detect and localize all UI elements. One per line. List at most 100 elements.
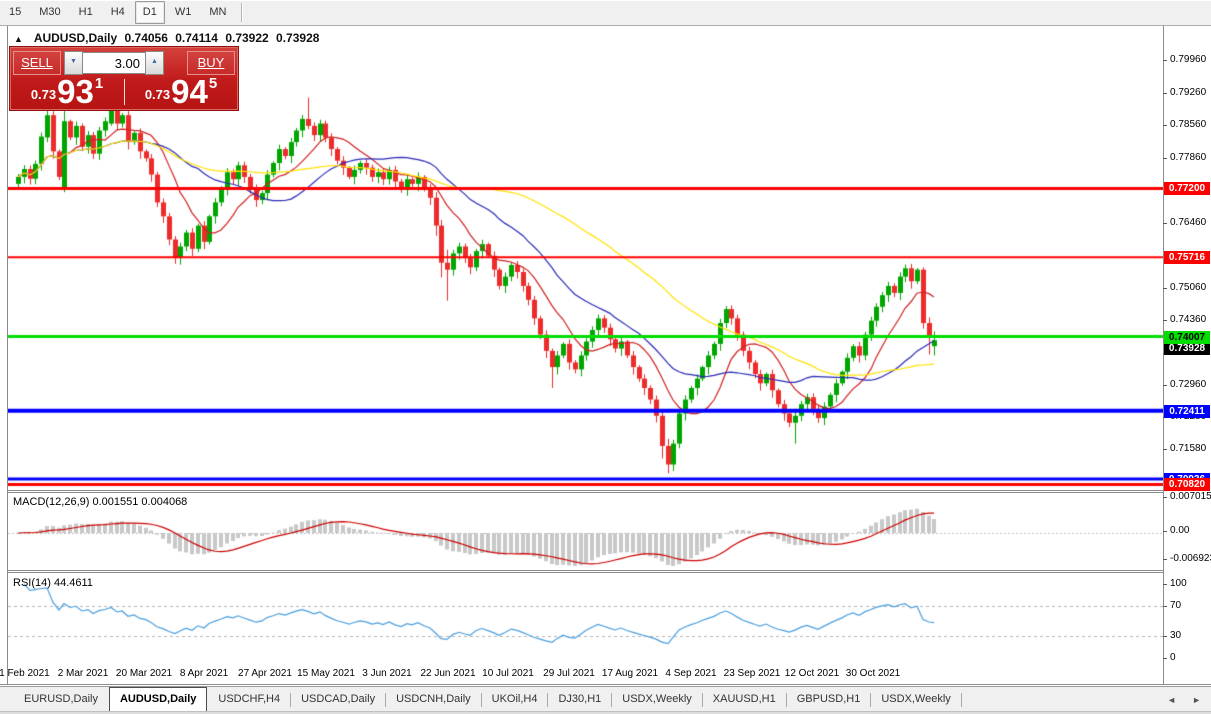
chart-tab-usdcad-daily[interactable]: USDCAD,Daily <box>291 689 385 710</box>
price-tick-mark <box>1163 158 1167 159</box>
date-axis-label: 29 Jul 2021 <box>543 668 595 679</box>
macd-values: 0.001551 0.004068 <box>92 496 188 508</box>
price-tick-label: 0.79260 <box>1170 87 1207 98</box>
price-tick-label: 0.72960 <box>1170 379 1207 390</box>
rsi-tick-mark <box>1163 658 1167 659</box>
chart-tab-dj30-h1[interactable]: DJ30,H1 <box>548 689 611 710</box>
chart-tab-usdx-weekly[interactable]: USDX,Weekly <box>871 689 960 710</box>
date-axis-label: 30 Oct 2021 <box>845 668 901 679</box>
sell-price[interactable]: 0.73 93 1 <box>10 73 124 110</box>
trading-terminal: 15 M30 H1 H4 D1 W1 MN ▲ AUDUSD,Daily 0.74056 0… <box>0 0 1211 714</box>
price-axis[interactable]: 0.79960 0.79260 0.78560 0.77860 0.76460 0.750… <box>1163 28 1211 663</box>
price-tick-label: 0.79960 <box>1170 54 1207 65</box>
price-level-badge: 0.77200 <box>1164 182 1210 195</box>
price-tick-label: 0.74360 <box>1170 314 1207 325</box>
buy-price-prefix: 0.73 <box>144 87 171 102</box>
tab-scroll-left-icon[interactable]: ◄ <box>1165 693 1178 707</box>
sell-price-pips: 1 <box>94 75 104 92</box>
tab-scroll-right-icon[interactable]: ► <box>1190 693 1203 707</box>
rsi-axis-label: 70 <box>1170 600 1182 612</box>
price-tick-label: 0.75060 <box>1170 282 1207 293</box>
price-tick-label: 0.78560 <box>1170 119 1207 130</box>
rsi-axis-label: 100 <box>1170 578 1187 589</box>
rsi-tick-mark <box>1163 584 1167 585</box>
tab-scroll-arrows: ◄ ► <box>1165 693 1203 707</box>
sell-price-big: 93 <box>57 73 94 110</box>
volume-increase-button[interactable]: ▲ <box>145 51 164 75</box>
price-divider <box>124 79 125 105</box>
timeframe-button-h4[interactable]: H4 <box>103 1 133 24</box>
one-click-trade-panel: SELL ▼ ▲ BUY 0.73 93 1 0.73 94 5 <box>9 46 239 111</box>
rsi-axis-label: 0 <box>1170 652 1176 663</box>
price-tick-label: 0.77860 <box>1170 152 1207 163</box>
price-tick-mark <box>1163 449 1167 450</box>
chart-tab-xauusd-h1[interactable]: XAUUSD,H1 <box>703 689 786 710</box>
chart-tab-usdchf-h4[interactable]: USDCHF,H4 <box>208 689 290 710</box>
macd-name: MACD(12,26,9) <box>13 496 90 508</box>
timeframe-button-d1[interactable]: D1 <box>134 1 165 24</box>
date-axis-label: 11 Feb 2021 <box>0 668 50 679</box>
date-axis-label: 10 Jul 2021 <box>482 668 534 679</box>
chart-tab-ukoil-h4[interactable]: UKOil,H4 <box>482 689 548 710</box>
price-tick-mark <box>1163 125 1167 126</box>
price-tick-label: 0.76460 <box>1170 217 1207 228</box>
price-level-badge: 0.75716 <box>1164 251 1210 264</box>
price-tick-mark <box>1163 60 1167 61</box>
volume-input[interactable] <box>83 52 145 74</box>
rsi-axis-label: 30 <box>1170 629 1182 641</box>
buy-price[interactable]: 0.73 94 5 <box>124 73 238 110</box>
timeframe-button-15[interactable]: 15 <box>1 1 29 24</box>
timeframe-button-h1[interactable]: H1 <box>71 1 101 24</box>
price-level-badge: 0.72411 <box>1164 405 1210 418</box>
price-tick-mark <box>1163 93 1167 94</box>
macd-tick-mark <box>1163 531 1167 532</box>
date-axis-label: 4 Sep 2021 <box>665 668 717 679</box>
buy-price-big: 94 <box>171 73 208 110</box>
macd-axis-label: 0.007015 <box>1170 491 1211 502</box>
chart-tab-usdcnh-daily[interactable]: USDCNH,Daily <box>386 689 481 710</box>
price-tick-mark <box>1163 385 1167 386</box>
date-axis-label: 3 Jun 2021 <box>362 668 412 679</box>
timeframe-button-mn[interactable]: MN <box>201 1 234 24</box>
timeframe-button-w1[interactable]: W1 <box>167 1 200 24</box>
date-axis-label: 12 Oct 2021 <box>784 668 840 679</box>
price-tick-mark <box>1163 223 1167 224</box>
macd-label: MACD(12,26,9) 0.001551 0.004068 <box>13 496 187 508</box>
symbol-label: AUDUSD,Daily <box>33 31 118 45</box>
chart-tab-eurusd-daily[interactable]: EURUSD,Daily <box>14 689 108 710</box>
buy-button[interactable]: BUY <box>187 51 235 75</box>
volume-decrease-button[interactable]: ▼ <box>64 51 83 75</box>
date-axis-label: 15 May 2021 <box>297 668 355 679</box>
timeframe-button-m30[interactable]: M30 <box>31 1 68 24</box>
date-axis-label: 23 Sep 2021 <box>723 668 781 679</box>
price-level-badge: 0.74007 <box>1164 331 1210 344</box>
close-value: 0.73928 <box>276 31 320 45</box>
chart-title: ▲ AUDUSD,Daily 0.74056 0.74114 0.73922 0… <box>14 31 323 45</box>
low-value: 0.73922 <box>225 31 269 45</box>
macd-axis-label: 0.00 <box>1170 525 1190 536</box>
macd-axis-label: -0.006923 <box>1170 553 1211 564</box>
chart-tab-gbpusd-h1[interactable]: GBPUSD,H1 <box>787 689 871 710</box>
chart-tab-audusd-daily[interactable]: AUDUSD,Daily <box>108 687 208 711</box>
macd-tick-mark <box>1163 559 1167 560</box>
date-axis-label: 20 Mar 2021 <box>115 668 173 679</box>
rsi-tick-mark <box>1163 606 1167 608</box>
date-axis[interactable]: 11 Feb 2021 2 Mar 2021 20 Mar 2021 8 Apr 20… <box>0 662 1163 684</box>
price-tick-mark <box>1163 320 1167 321</box>
toolbar-separator <box>241 3 244 22</box>
sell-price-prefix: 0.73 <box>30 87 57 102</box>
price-level-badge: 0.70820 <box>1164 478 1210 491</box>
buy-price-pips: 5 <box>208 75 218 92</box>
date-axis-label: 2 Mar 2021 <box>57 668 109 679</box>
rsi-name: RSI(14) <box>13 577 51 589</box>
price-tick-label: 0.71580 <box>1170 443 1207 454</box>
chart-tab-usdx-weekly[interactable]: USDX,Weekly <box>612 689 701 710</box>
collapse-panel-icon[interactable]: ▲ <box>14 34 23 44</box>
rsi-pane-canvas[interactable] <box>8 573 1163 661</box>
macd-tick-mark <box>1163 497 1167 498</box>
rsi-label: RSI(14) 44.4611 <box>13 577 93 589</box>
tab-separator <box>960 692 962 707</box>
sell-button[interactable]: SELL <box>13 51 61 75</box>
date-axis-label: 17 Aug 2021 <box>601 668 659 679</box>
rsi-value: 44.4611 <box>53 577 93 589</box>
